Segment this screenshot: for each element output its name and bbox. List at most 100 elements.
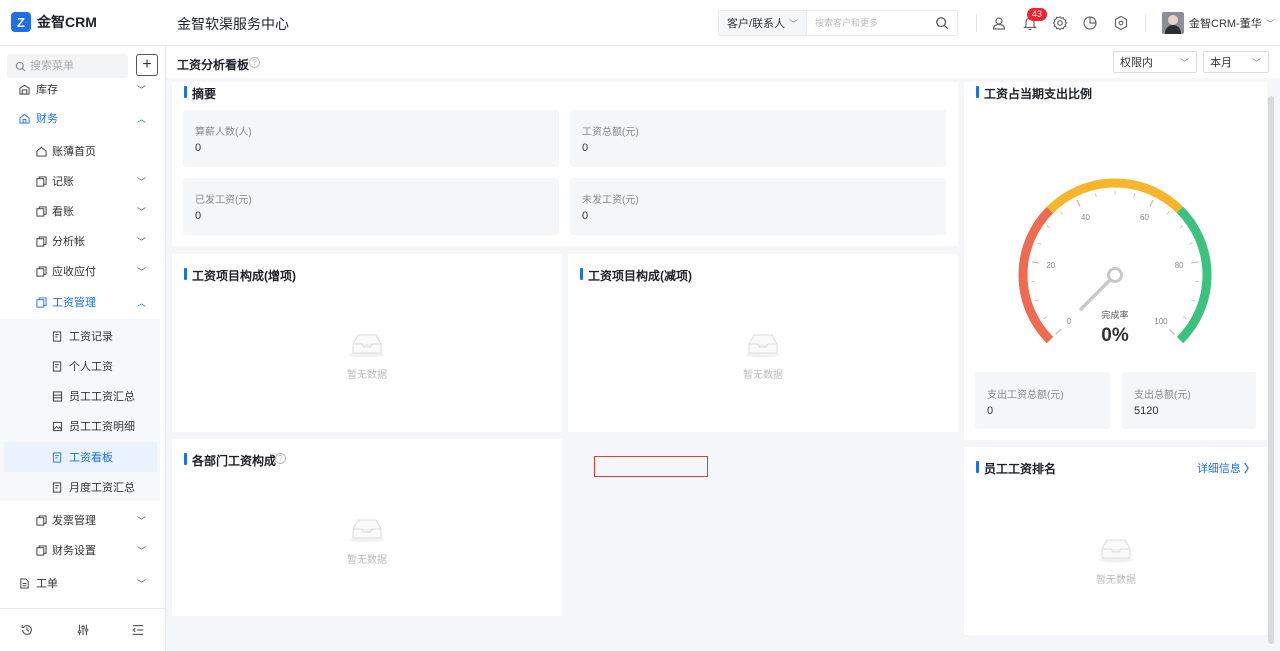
details-link-label: 详细信息 <box>1196 463 1241 475</box>
gauge-tick <box>1133 193 1135 198</box>
history-icon[interactable] <box>20 623 34 637</box>
gauge-arc-mid <box>1046 178 1184 214</box>
help-icon[interactable]: ? <box>275 453 286 464</box>
document-edit-icon <box>52 451 62 463</box>
summary-title: 摘要 <box>184 85 216 102</box>
cube-icon[interactable] <box>1113 15 1129 31</box>
period-select[interactable]: 本月 ﹀ <box>1203 51 1269 73</box>
copy-icon <box>36 544 47 556</box>
chevron-down-icon: ﹀ <box>137 515 147 526</box>
pie-chart-icon[interactable] <box>1082 15 1098 31</box>
menu-search-input[interactable] <box>30 60 125 72</box>
copy-icon <box>36 265 47 277</box>
gauge-tick <box>1188 242 1193 245</box>
scope-select[interactable]: 权限内 ﹀ <box>1113 51 1197 73</box>
gauge-title: 工资占当期支出比例 <box>976 85 1092 102</box>
document-edit-icon <box>52 360 62 372</box>
sidebar-item-label: 工资记录 <box>69 331 113 343</box>
sliders-icon[interactable] <box>76 623 90 637</box>
details-link[interactable]: 详细信息 〉 <box>1197 460 1255 476</box>
gauge-tick <box>1034 299 1040 302</box>
stat-value: 0 <box>582 210 589 222</box>
scrollbar[interactable] <box>1268 96 1274 644</box>
warehouse-icon <box>19 84 30 95</box>
department-title: 各部门工资构成 <box>184 452 276 469</box>
sidebar-item-salary-summary[interactable]: 员工工资汇总 <box>0 381 160 411</box>
empty-state: 暂无数据 <box>327 517 407 566</box>
sidebar-item-payroll-records[interactable]: 工资记录 <box>0 321 160 351</box>
sidebar-item-view-accounts[interactable]: 看账 ﹀ <box>0 196 160 226</box>
stat-value: 0 <box>195 210 202 222</box>
divider <box>1145 14 1146 32</box>
chevron-down-icon: ﹀ <box>137 266 147 277</box>
chevron-down-icon: ﹀ <box>137 84 147 95</box>
sidebar-item-inventory[interactable]: 库存 ﹀ <box>0 74 160 104</box>
sidebar-item-label: 应收应付 <box>52 266 96 278</box>
app-logo[interactable]: Z 金智CRM <box>11 12 97 32</box>
sidebar-item-personal-salary[interactable]: 个人工资 <box>0 351 160 381</box>
copy-icon <box>36 205 47 217</box>
gear-icon[interactable] <box>1052 15 1068 31</box>
decrease-items-card: 工资项目构成(减项) 暂无数据 <box>568 254 958 432</box>
logo-icon: Z <box>11 12 31 32</box>
chevron-down-icon: ﹀ <box>137 578 147 589</box>
gauge-tick <box>1055 329 1061 335</box>
stat-salary-expense: 支出工资总额(元) 0 <box>975 372 1110 429</box>
user-name: 金智CRM-董华 <box>1189 18 1262 30</box>
stat-headcount: 算薪人数(人) 0 <box>183 110 559 167</box>
user-menu[interactable]: 金智CRM-董华 ﹀ <box>1162 12 1275 34</box>
sidebar-item-receivables[interactable]: 应收应付 ﹀ <box>0 256 160 286</box>
sidebar-item-ledger-home[interactable]: 账薄首页 <box>0 136 160 166</box>
chevron-down-icon: ﹀ <box>137 545 147 556</box>
chevron-down-icon: ﹀ <box>137 236 147 247</box>
salary-ratio-card: 工资占当期支出比例 0 20 40 60 80 100 完成率 0% 支出工资总额(元) … <box>964 82 1267 440</box>
sidebar-item-label: 员工工资明细 <box>69 421 135 433</box>
chevron-right-icon: 〉 <box>1244 463 1255 475</box>
empty-text: 暂无数据 <box>1096 575 1136 586</box>
document-edit-icon <box>52 481 62 493</box>
stat-label: 支出工资总额(元) <box>987 390 1064 401</box>
empty-text: 暂无数据 <box>347 370 387 381</box>
sidebar-item-invoices[interactable]: 发票管理 ﹀ <box>0 505 160 535</box>
copy-icon <box>36 235 47 247</box>
collapse-menu-icon[interactable] <box>131 623 145 637</box>
sidebar-item-payroll[interactable]: 工资管理 ︿ <box>0 287 160 317</box>
sidebar-item-work-orders[interactable]: 工单 ﹀ <box>0 568 160 598</box>
sidebar-item-finance[interactable]: 财务 ︿ <box>0 103 160 133</box>
search-type-select[interactable]: 客户/联系人 ﹀ <box>719 11 807 35</box>
search-input[interactable] <box>815 12 933 34</box>
increase-items-card: 工资项目构成(增项) 暂无数据 <box>172 254 562 432</box>
global-search: 客户/联系人 ﹀ <box>718 10 958 36</box>
sidebar-item-label: 分析帐 <box>52 236 85 248</box>
org-title: 金智软渠服务中心 <box>177 16 289 32</box>
sidebar-item-label: 看账 <box>52 206 74 218</box>
sidebar-item-salary-dashboard[interactable]: 工资看板 <box>4 442 157 472</box>
sidebar-item-label: 工资看板 <box>69 452 113 464</box>
gauge-tick <box>1060 210 1064 215</box>
add-menu-button[interactable]: + <box>136 54 158 76</box>
gauge-tick-label: 40 <box>1081 213 1090 222</box>
gauge-hub <box>1107 267 1123 283</box>
gauge-tick <box>1031 261 1040 264</box>
chevron-up-icon: ︿ <box>137 297 147 308</box>
sidebar-item-bookkeeping[interactable]: 记账 ﹀ <box>0 166 160 196</box>
sidebar-item-label: 账薄首页 <box>52 146 96 158</box>
sidebar-item-analysis[interactable]: 分析帐 ﹀ <box>0 226 160 256</box>
gauge-tick <box>1179 225 1184 229</box>
sidebar-item-salary-details[interactable]: 员工工资明细 <box>0 411 160 441</box>
stat-label: 算薪人数(人) <box>195 127 252 138</box>
top-header: Z 金智CRM 金智软渠服务中心 客户/联系人 ﹀ 43 金智CRM-董华 ﹀ <box>0 0 1280 46</box>
help-icon[interactable]: ? <box>249 57 260 68</box>
search-icon[interactable] <box>935 16 949 30</box>
sidebar-item-finance-settings[interactable]: 财务设置 ﹀ <box>0 535 160 565</box>
gauge-tick <box>1076 199 1081 207</box>
employee-ranking-card: 员工工资排名 详细信息 〉 暂无数据 <box>964 447 1267 635</box>
sidebar-item-monthly-summary[interactable]: 月度工资汇总 <box>0 472 160 502</box>
stat-label: 工资总额(元) <box>582 127 639 138</box>
gauge-tick-label: 0 <box>1067 317 1072 326</box>
gauge-arc-high <box>1176 206 1212 344</box>
highlight-box <box>594 456 708 477</box>
chevron-down-icon: ﹀ <box>789 18 799 29</box>
contacts-icon[interactable] <box>991 15 1007 31</box>
search-icon <box>15 61 26 71</box>
